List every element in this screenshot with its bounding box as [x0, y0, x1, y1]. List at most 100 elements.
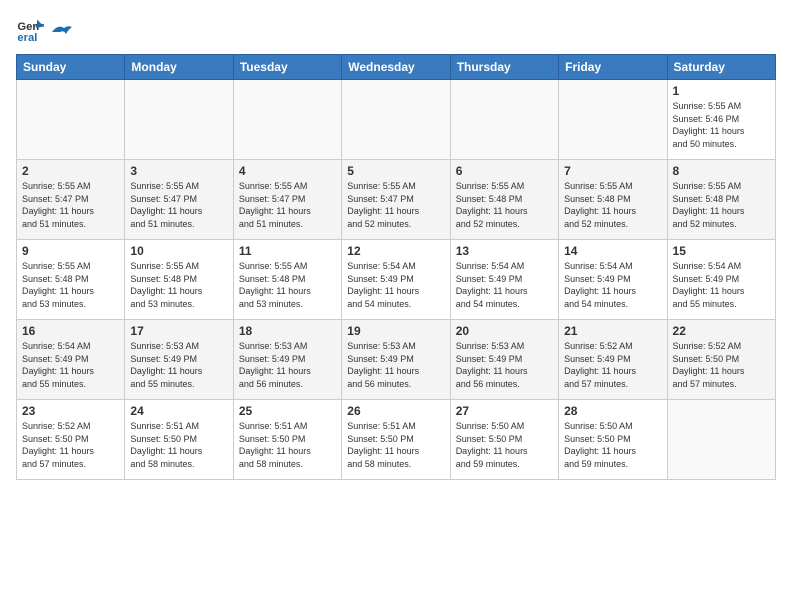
day-number: 6	[456, 164, 553, 178]
day-info: Sunrise: 5:55 AMSunset: 5:47 PMDaylight:…	[22, 180, 119, 230]
day-number: 1	[673, 84, 770, 98]
calendar-day	[342, 80, 450, 160]
calendar-day: 26 Sunrise: 5:51 AMSunset: 5:50 PMDayligh…	[342, 400, 450, 480]
day-number: 27	[456, 404, 553, 418]
calendar-day	[450, 80, 558, 160]
day-number: 23	[22, 404, 119, 418]
day-number: 25	[239, 404, 336, 418]
svg-text:eral: eral	[17, 32, 37, 44]
weekday-header-thursday: Thursday	[450, 55, 558, 80]
calendar-day: 7 Sunrise: 5:55 AMSunset: 5:48 PMDaylight…	[559, 160, 667, 240]
weekday-header-sunday: Sunday	[17, 55, 125, 80]
calendar-day: 23 Sunrise: 5:52 AMSunset: 5:50 PMDayligh…	[17, 400, 125, 480]
calendar-day: 25 Sunrise: 5:51 AMSunset: 5:50 PMDayligh…	[233, 400, 341, 480]
calendar-day	[17, 80, 125, 160]
calendar-day: 19 Sunrise: 5:53 AMSunset: 5:49 PMDayligh…	[342, 320, 450, 400]
calendar-day: 4 Sunrise: 5:55 AMSunset: 5:47 PMDaylight…	[233, 160, 341, 240]
logo-bird-icon	[50, 22, 72, 42]
day-info: Sunrise: 5:55 AMSunset: 5:47 PMDaylight:…	[239, 180, 336, 230]
day-info: Sunrise: 5:55 AMSunset: 5:48 PMDaylight:…	[673, 180, 770, 230]
day-info: Sunrise: 5:54 AMSunset: 5:49 PMDaylight:…	[347, 260, 444, 310]
day-info: Sunrise: 5:52 AMSunset: 5:49 PMDaylight:…	[564, 340, 661, 390]
calendar-week-row: 2 Sunrise: 5:55 AMSunset: 5:47 PMDaylight…	[17, 160, 776, 240]
calendar-table: SundayMondayTuesdayWednesdayThursdayFrid…	[16, 54, 776, 480]
weekday-header-saturday: Saturday	[667, 55, 775, 80]
day-info: Sunrise: 5:54 AMSunset: 5:49 PMDaylight:…	[456, 260, 553, 310]
day-number: 5	[347, 164, 444, 178]
calendar-body: 1Sunrise: 5:55 AMSunset: 5:46 PMDaylight…	[17, 80, 776, 480]
day-number: 24	[130, 404, 227, 418]
calendar-week-row: 1Sunrise: 5:55 AMSunset: 5:46 PMDaylight…	[17, 80, 776, 160]
calendar-day	[559, 80, 667, 160]
day-info: Sunrise: 5:52 AMSunset: 5:50 PMDaylight:…	[22, 420, 119, 470]
logo-icon: Gen eral	[16, 16, 44, 44]
day-info: Sunrise: 5:53 AMSunset: 5:49 PMDaylight:…	[239, 340, 336, 390]
weekday-header-tuesday: Tuesday	[233, 55, 341, 80]
calendar-day	[667, 400, 775, 480]
calendar-day: 10Sunrise: 5:55 AMSunset: 5:48 PMDayligh…	[125, 240, 233, 320]
weekday-header-wednesday: Wednesday	[342, 55, 450, 80]
calendar-day: 20Sunrise: 5:53 AMSunset: 5:49 PMDayligh…	[450, 320, 558, 400]
calendar-day: 12Sunrise: 5:54 AMSunset: 5:49 PMDayligh…	[342, 240, 450, 320]
day-info: Sunrise: 5:55 AMSunset: 5:47 PMDaylight:…	[347, 180, 444, 230]
logo: Gen eral	[16, 16, 72, 44]
day-number: 9	[22, 244, 119, 258]
day-info: Sunrise: 5:50 AMSunset: 5:50 PMDaylight:…	[564, 420, 661, 470]
day-number: 19	[347, 324, 444, 338]
calendar-week-row: 16 Sunrise: 5:54 AMSunset: 5:49 PMDayligh…	[17, 320, 776, 400]
calendar-day: 17Sunrise: 5:53 AMSunset: 5:49 PMDayligh…	[125, 320, 233, 400]
calendar-day	[125, 80, 233, 160]
day-number: 7	[564, 164, 661, 178]
calendar-day: 24 Sunrise: 5:51 AMSunset: 5:50 PMDayligh…	[125, 400, 233, 480]
calendar-header: SundayMondayTuesdayWednesdayThursdayFrid…	[17, 55, 776, 80]
calendar-day: 27 Sunrise: 5:50 AMSunset: 5:50 PMDayligh…	[450, 400, 558, 480]
day-info: Sunrise: 5:50 AMSunset: 5:50 PMDaylight:…	[456, 420, 553, 470]
day-number: 18	[239, 324, 336, 338]
calendar-day: 15 Sunrise: 5:54 AMSunset: 5:49 PMDayligh…	[667, 240, 775, 320]
calendar-day: 6 Sunrise: 5:55 AMSunset: 5:48 PMDaylight…	[450, 160, 558, 240]
day-info: Sunrise: 5:51 AMSunset: 5:50 PMDaylight:…	[239, 420, 336, 470]
weekday-header-row: SundayMondayTuesdayWednesdayThursdayFrid…	[17, 55, 776, 80]
calendar-day: 1Sunrise: 5:55 AMSunset: 5:46 PMDaylight…	[667, 80, 775, 160]
calendar-day: 3Sunrise: 5:55 AMSunset: 5:47 PMDaylight…	[125, 160, 233, 240]
calendar-day: 2 Sunrise: 5:55 AMSunset: 5:47 PMDaylight…	[17, 160, 125, 240]
calendar-day: 8 Sunrise: 5:55 AMSunset: 5:48 PMDaylight…	[667, 160, 775, 240]
calendar-day: 28 Sunrise: 5:50 AMSunset: 5:50 PMDayligh…	[559, 400, 667, 480]
calendar-day: 22Sunrise: 5:52 AMSunset: 5:50 PMDayligh…	[667, 320, 775, 400]
day-info: Sunrise: 5:51 AMSunset: 5:50 PMDaylight:…	[347, 420, 444, 470]
day-number: 13	[456, 244, 553, 258]
day-info: Sunrise: 5:55 AMSunset: 5:48 PMDaylight:…	[564, 180, 661, 230]
day-info: Sunrise: 5:52 AMSunset: 5:50 PMDaylight:…	[673, 340, 770, 390]
day-number: 28	[564, 404, 661, 418]
day-number: 17	[130, 324, 227, 338]
day-number: 2	[22, 164, 119, 178]
weekday-header-friday: Friday	[559, 55, 667, 80]
day-info: Sunrise: 5:55 AMSunset: 5:48 PMDaylight:…	[239, 260, 336, 310]
day-number: 16	[22, 324, 119, 338]
day-number: 20	[456, 324, 553, 338]
calendar-day: 13 Sunrise: 5:54 AMSunset: 5:49 PMDayligh…	[450, 240, 558, 320]
day-info: Sunrise: 5:55 AMSunset: 5:48 PMDaylight:…	[456, 180, 553, 230]
day-number: 26	[347, 404, 444, 418]
day-info: Sunrise: 5:51 AMSunset: 5:50 PMDaylight:…	[130, 420, 227, 470]
day-number: 4	[239, 164, 336, 178]
day-number: 21	[564, 324, 661, 338]
day-info: Sunrise: 5:54 AMSunset: 5:49 PMDaylight:…	[22, 340, 119, 390]
weekday-header-monday: Monday	[125, 55, 233, 80]
day-info: Sunrise: 5:53 AMSunset: 5:49 PMDaylight:…	[347, 340, 444, 390]
day-number: 3	[130, 164, 227, 178]
day-number: 8	[673, 164, 770, 178]
day-number: 14	[564, 244, 661, 258]
calendar-week-row: 23 Sunrise: 5:52 AMSunset: 5:50 PMDayligh…	[17, 400, 776, 480]
day-info: Sunrise: 5:54 AMSunset: 5:49 PMDaylight:…	[673, 260, 770, 310]
day-number: 11	[239, 244, 336, 258]
calendar-day: 5 Sunrise: 5:55 AMSunset: 5:47 PMDaylight…	[342, 160, 450, 240]
calendar-day: 9Sunrise: 5:55 AMSunset: 5:48 PMDaylight…	[17, 240, 125, 320]
calendar-week-row: 9 Sunrise: 5:55 AMSunset: 5:48 PMDaylight…	[17, 240, 776, 320]
calendar-day: 21 Sunrise: 5:52 AMSunset: 5:49 PMDayligh…	[559, 320, 667, 400]
calendar-day: 11 Sunrise: 5:55 AMSunset: 5:48 PMDayligh…	[233, 240, 341, 320]
day-info: Sunrise: 5:55 AMSunset: 5:48 PMDaylight:…	[130, 260, 227, 310]
day-number: 15	[673, 244, 770, 258]
day-info: Sunrise: 5:54 AMSunset: 5:49 PMDaylight:…	[564, 260, 661, 310]
calendar-day: 14 Sunrise: 5:54 AMSunset: 5:49 PMDayligh…	[559, 240, 667, 320]
